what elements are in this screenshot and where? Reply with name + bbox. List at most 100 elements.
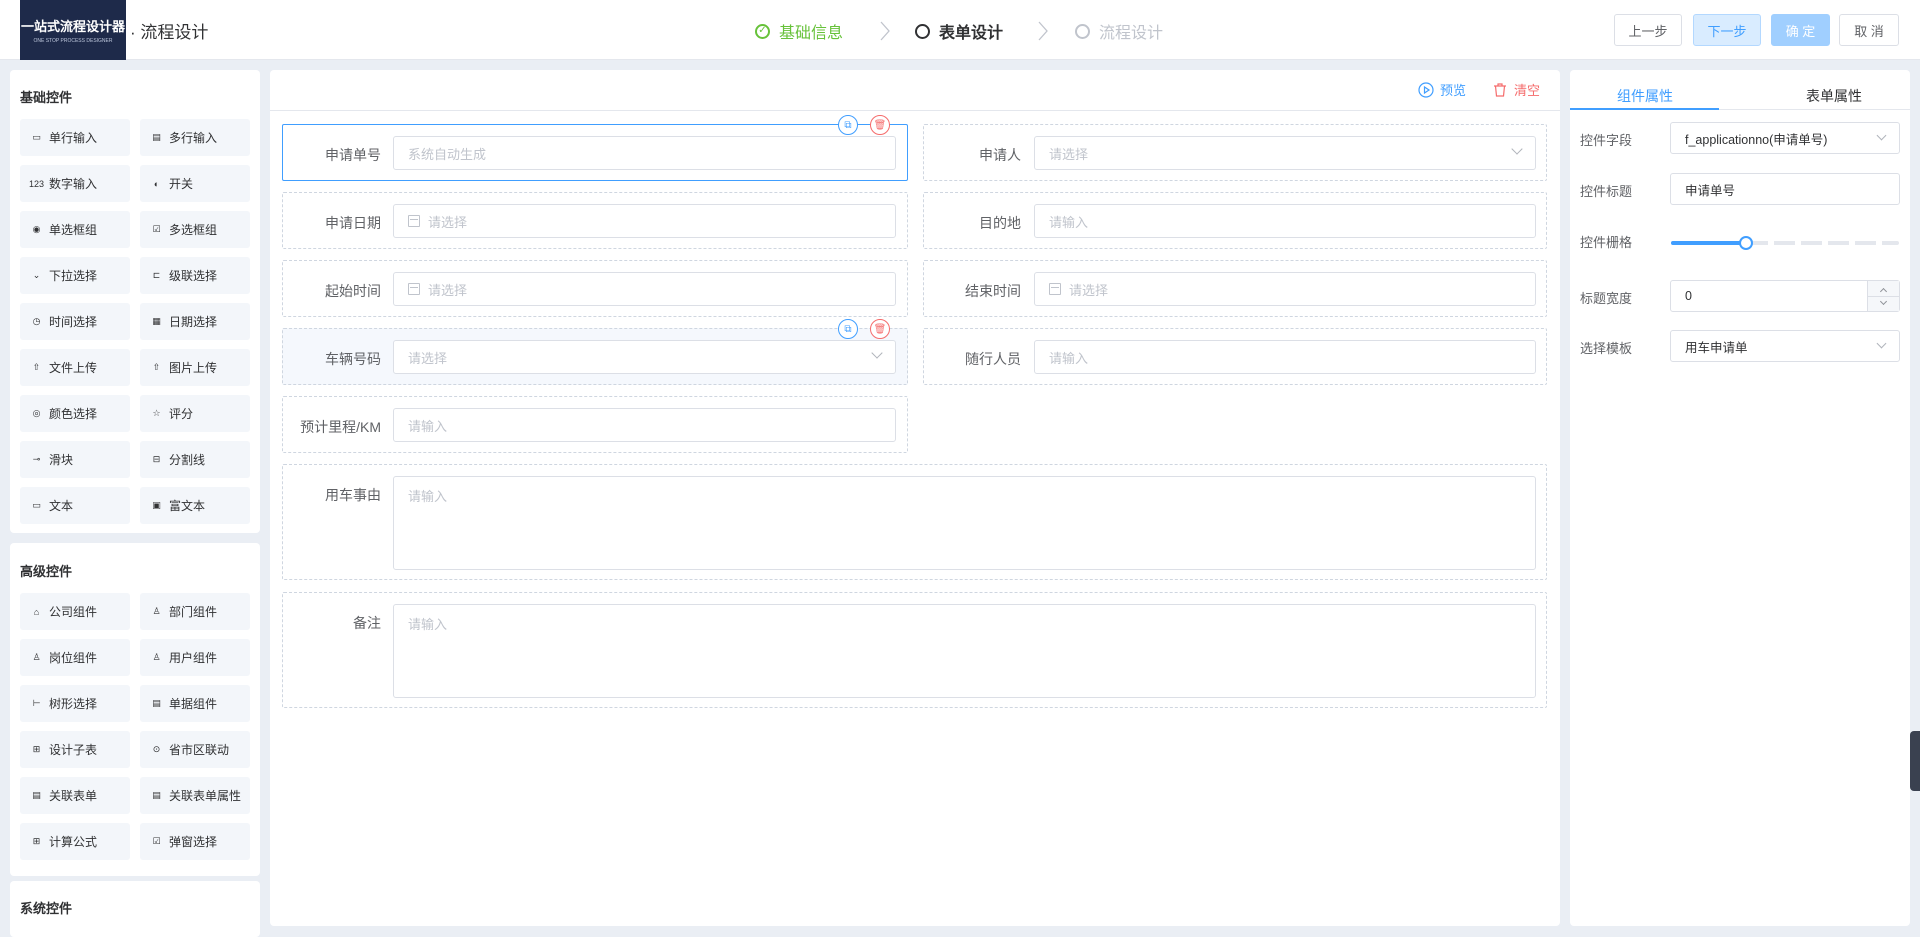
decrease-icon[interactable] bbox=[1879, 297, 1888, 306]
calendar-icon: ▦ bbox=[152, 316, 161, 326]
control-sub-table[interactable]: ⊞ 设计子表 bbox=[20, 731, 130, 768]
chevron-down-icon bbox=[1876, 338, 1887, 349]
remark-textarea[interactable]: 请输入 bbox=[393, 604, 1536, 698]
control-date-picker[interactable]: ▦ 日期选择 bbox=[140, 303, 250, 340]
delete-icon[interactable]: 🗑 bbox=[870, 319, 890, 339]
applicant-select[interactable]: 请选择 bbox=[1034, 136, 1536, 170]
calendar-icon bbox=[408, 283, 420, 295]
reason-textarea[interactable]: 请输入 bbox=[393, 476, 1536, 570]
control-multi-input[interactable]: ▤ 多行输入 bbox=[140, 119, 250, 156]
tab-form-properties[interactable]: 表单属性 bbox=[1806, 86, 1862, 106]
star-icon: ☆ bbox=[152, 408, 161, 418]
control-bill[interactable]: ▤ 单据组件 bbox=[140, 685, 250, 722]
tree-icon: ⊢ bbox=[32, 698, 41, 708]
destination-input[interactable]: 请输入 bbox=[1034, 204, 1536, 238]
popup-icon: ☑ bbox=[152, 836, 161, 846]
input-icon: ▭ bbox=[32, 132, 41, 142]
title-input[interactable]: 申请单号 bbox=[1670, 173, 1900, 205]
control-popup-select[interactable]: ☑ 弹窗选择 bbox=[140, 823, 250, 860]
control-related-form-attr[interactable]: ▤ 关联表单属性 bbox=[140, 777, 250, 814]
control-time-picker[interactable]: ◷ 时间选择 bbox=[20, 303, 130, 340]
end-time-picker[interactable]: 请选择 bbox=[1034, 272, 1536, 306]
step-form-design[interactable]: 表单设计 bbox=[915, 19, 1003, 43]
tab-component-properties[interactable]: 组件属性 bbox=[1617, 86, 1673, 106]
control-single-input[interactable]: ▭ 单行输入 bbox=[20, 119, 130, 156]
vehicle-no-select[interactable]: 请选择 bbox=[393, 340, 896, 374]
preview-button[interactable]: 预览 bbox=[1418, 80, 1466, 99]
calendar-icon bbox=[1049, 283, 1061, 295]
control-color-picker[interactable]: ◎ 颜色选择 bbox=[20, 395, 130, 432]
grid-slider-handle[interactable] bbox=[1739, 236, 1753, 250]
step-basic-info[interactable]: ✓ 基础信息 bbox=[755, 19, 843, 43]
increase-icon[interactable] bbox=[1879, 287, 1888, 296]
field-label: 起始时间 bbox=[325, 283, 381, 299]
radio-icon: ◉ bbox=[32, 224, 41, 234]
system-controls-title: 系统控件 bbox=[20, 901, 73, 916]
app-logo: 一站式流程设计器 ONE STOP PROCESS DESIGNER bbox=[20, 0, 126, 60]
next-step-button[interactable]: 下一步 bbox=[1693, 14, 1761, 46]
control-tree-select[interactable]: ⊢ 树形选择 bbox=[20, 685, 130, 722]
clock-icon: ◷ bbox=[32, 316, 41, 326]
control-related-form[interactable]: ▤ 关联表单 bbox=[20, 777, 130, 814]
table-icon: ⊞ bbox=[32, 744, 41, 754]
control-rate[interactable]: ☆ 评分 bbox=[140, 395, 250, 432]
play-circle-icon bbox=[1418, 81, 1434, 98]
circle-icon bbox=[1075, 23, 1090, 39]
delete-icon[interactable]: 🗑 bbox=[870, 115, 890, 135]
select-icon: ⌄ bbox=[32, 270, 41, 280]
control-rich-text[interactable]: ▣ 富文本 bbox=[140, 487, 250, 524]
control-company[interactable]: ⌂ 公司组件 bbox=[20, 593, 130, 630]
position-icon: ♙ bbox=[32, 652, 41, 662]
palette-icon: ◎ bbox=[32, 408, 41, 418]
company-icon: ⌂ bbox=[33, 606, 40, 617]
number-stepper[interactable] bbox=[1867, 281, 1899, 311]
app-title: · 流程设计 bbox=[130, 23, 209, 42]
control-department[interactable]: ♙ 部门组件 bbox=[140, 593, 250, 630]
control-cascader[interactable]: ⊏ 级联选择 bbox=[140, 257, 250, 294]
field-select[interactable]: f_applicationno(申请单号) bbox=[1670, 122, 1900, 154]
clear-button[interactable]: 清空 bbox=[1492, 80, 1540, 99]
mileage-input[interactable]: 请输入 bbox=[393, 408, 896, 442]
control-radio-group[interactable]: ◉ 单选框组 bbox=[20, 211, 130, 248]
control-switch[interactable]: ◐ 开关 bbox=[140, 165, 250, 202]
control-file-upload[interactable]: ⇧ 文件上传 bbox=[20, 349, 130, 386]
control-text[interactable]: ▭ 文本 bbox=[20, 487, 130, 524]
textarea-icon: ▤ bbox=[152, 132, 161, 142]
calendar-icon bbox=[408, 215, 420, 227]
user-icon: ♙ bbox=[152, 652, 161, 662]
logo-subtitle: ONE STOP PROCESS DESIGNER bbox=[33, 38, 113, 44]
control-image-upload[interactable]: ⇧ 图片上传 bbox=[140, 349, 250, 386]
label-width-input[interactable]: 0 bbox=[1670, 280, 1900, 312]
control-user[interactable]: ♙ 用户组件 bbox=[140, 639, 250, 676]
cascader-icon: ⊏ bbox=[152, 270, 161, 280]
companions-input[interactable]: 请输入 bbox=[1034, 340, 1536, 374]
start-time-picker[interactable]: 请选择 bbox=[393, 272, 896, 306]
bill-icon: ▤ bbox=[152, 698, 161, 708]
template-select[interactable]: 用车申请单 bbox=[1670, 330, 1900, 362]
step-flow-design[interactable]: 流程设计 bbox=[1075, 19, 1163, 43]
slider-icon: ⊸ bbox=[32, 454, 41, 464]
control-number-input[interactable]: 123 数字输入 bbox=[20, 165, 130, 202]
prop-label: 标题宽度 bbox=[1580, 291, 1633, 306]
side-drawer-handle[interactable] bbox=[1910, 731, 1920, 791]
logo-title: 一站式流程设计器 bbox=[20, 20, 125, 35]
cancel-button[interactable]: 取 消 bbox=[1839, 14, 1899, 46]
control-divider[interactable]: ⊟ 分割线 bbox=[140, 441, 250, 478]
field-label: 车辆号码 bbox=[325, 351, 381, 367]
confirm-button[interactable]: 确 定 bbox=[1771, 14, 1830, 46]
apply-date-picker[interactable]: 请选择 bbox=[393, 204, 896, 238]
field-label: 随行人员 bbox=[965, 351, 1021, 367]
copy-icon[interactable]: ⧉ bbox=[838, 115, 858, 135]
text-icon: ▭ bbox=[32, 500, 41, 510]
control-position[interactable]: ♙ 岗位组件 bbox=[20, 639, 130, 676]
prev-step-button[interactable]: 上一步 bbox=[1614, 14, 1682, 46]
control-checkbox-group[interactable]: ☑ 多选框组 bbox=[140, 211, 250, 248]
control-slider[interactable]: ⊸ 滑块 bbox=[20, 441, 130, 478]
switch-icon: ◐ bbox=[153, 178, 160, 189]
copy-icon[interactable]: ⧉ bbox=[838, 319, 858, 339]
control-formula[interactable]: ⊞ 计算公式 bbox=[20, 823, 130, 860]
upload-icon: ⇧ bbox=[152, 362, 161, 372]
control-region[interactable]: ⊙ 省市区联动 bbox=[140, 731, 250, 768]
control-select[interactable]: ⌄ 下拉选择 bbox=[20, 257, 130, 294]
application-no-input[interactable]: 系统自动生成 bbox=[393, 136, 896, 170]
